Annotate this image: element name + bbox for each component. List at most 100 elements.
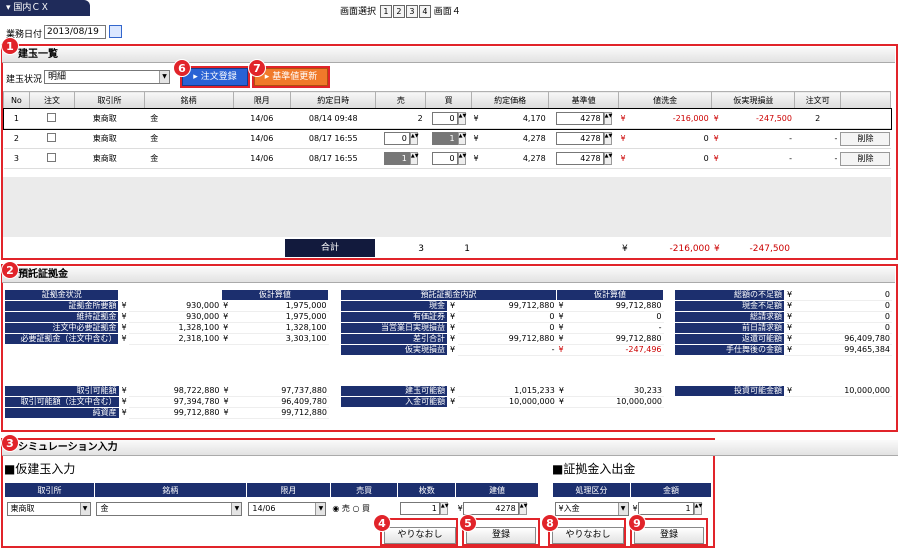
row-orderable: 2: [794, 108, 841, 129]
stepper-icon[interactable]: ▲▼: [457, 112, 466, 125]
order-checkbox[interactable]: [47, 153, 57, 162]
product-select[interactable]: 金 ▼: [96, 501, 243, 516]
order-checkbox[interactable]: [47, 113, 57, 122]
row-pnl: -: [789, 134, 792, 143]
yen: ¥: [449, 334, 456, 343]
buy-input[interactable]: 0: [431, 152, 458, 165]
deposit-calc-value: -: [658, 323, 662, 332]
price-yen: ¥: [473, 134, 479, 143]
price-input[interactable]: 4278: [462, 502, 519, 516]
order-checkbox[interactable]: [47, 133, 57, 142]
delete-button[interactable]: 削除: [840, 151, 891, 166]
screen-1-button[interactable]: 1: [379, 5, 392, 18]
delete-button[interactable]: 削除: [840, 131, 891, 146]
yen: ¥: [121, 334, 127, 343]
base-stepper-cell: 4278 ▲▼: [548, 128, 619, 149]
other-value: 0: [884, 301, 890, 310]
pnl-cell: ¥ -: [711, 148, 795, 169]
row-mtm: 0: [703, 154, 709, 163]
total-sell: 3: [418, 244, 424, 254]
yen: ¥: [223, 385, 229, 395]
yen: ¥: [787, 345, 793, 354]
yen: ¥: [450, 397, 456, 406]
status-calc-value: 1,975,000: [285, 301, 327, 310]
deposit-calc-value: 99,712,880: [615, 334, 662, 343]
deposit-breakdown-table: 預託証拠金内訳 仮計算値 現金 ¥99,712,880 ¥99,712,880 有価証…: [340, 289, 665, 356]
yen: ¥: [121, 408, 127, 417]
yen: ¥: [121, 323, 127, 332]
order-checkbox-cell: [29, 108, 75, 129]
month-select[interactable]: 14/06 ▼: [248, 501, 327, 516]
buy-input[interactable]: 0: [431, 112, 458, 125]
status-header: 証拠金状況: [3, 289, 120, 301]
margin-status-table: 証拠金状況 仮計算値 証拠金所要額 ¥930,000 ¥1,975,000 維持証拠金…: [3, 289, 330, 345]
table-row[interactable]: 2 東商取 金 14/06 08/17 16:55 0 ▲▼ 1 ▲▼ ¥4,278…: [3, 128, 891, 149]
status-value: 930,000: [129, 300, 222, 312]
status-calc-value: 99,712,880: [281, 408, 327, 417]
other-value: 99,465,384: [844, 345, 890, 354]
yen: ¥: [787, 323, 793, 332]
base-input[interactable]: 4278: [555, 132, 604, 145]
row-datetime: 08/17 16:55: [290, 128, 376, 149]
col-header: 値洗金: [618, 91, 713, 109]
status-label: 取引可能額: [4, 385, 120, 397]
status-select[interactable]: 明細 ▼: [44, 70, 170, 84]
yen: ¥: [223, 334, 229, 343]
stepper-icon[interactable]: ▲▼: [693, 502, 702, 516]
deposit-label: 有価証券: [340, 311, 448, 323]
deposit-type-select[interactable]: ¥入金 ▼: [554, 501, 629, 516]
row-mtm: -216,000: [672, 114, 709, 123]
empty-rows-area: [3, 177, 891, 237]
price-yen: ¥: [473, 154, 479, 163]
buy-input[interactable]: 1: [431, 132, 458, 145]
stepper-icon[interactable]: ▲▼: [603, 112, 612, 125]
sell-radio[interactable]: ◉: [332, 504, 339, 513]
exchange-select[interactable]: 東商取 ▼: [6, 501, 91, 516]
base-input[interactable]: 4278: [555, 112, 604, 125]
stepper-icon[interactable]: ▲▼: [409, 152, 419, 165]
row-exchange: 東商取: [74, 148, 145, 169]
yen: ¥: [121, 397, 127, 406]
buy-radio[interactable]: ○: [352, 504, 359, 513]
stepper-icon[interactable]: ▲▼: [603, 152, 612, 165]
stepper-icon[interactable]: ▲▼: [439, 502, 449, 516]
screen-2-button[interactable]: 2: [392, 5, 405, 18]
mtm-cell: ¥0: [618, 128, 712, 149]
table-row[interactable]: 3 東商取 金 14/06 08/17 16:55 1 ▲▼ 0 ▲▼ ¥4,278…: [3, 148, 891, 169]
screen-4-button[interactable]: 4: [418, 5, 431, 18]
yen: ¥: [449, 345, 456, 354]
stepper-icon[interactable]: ▲▼: [518, 502, 527, 516]
sell-input[interactable]: 0: [383, 132, 410, 145]
deposit-col-header: 処理区分: [552, 482, 631, 498]
sell-input[interactable]: 1: [383, 152, 410, 165]
other-value: 10,000,000: [844, 385, 890, 395]
amount-input[interactable]: 1: [637, 502, 694, 516]
base-input[interactable]: 4278: [555, 152, 604, 165]
col-header: 買: [425, 91, 473, 109]
calendar-icon[interactable]: [109, 25, 122, 38]
status-calc-value: 3,303,100: [285, 334, 327, 343]
date-input[interactable]: 2013/08/19: [44, 25, 106, 39]
screen-3-button[interactable]: 3: [405, 5, 418, 18]
yen: ¥: [223, 408, 229, 417]
status-label: 注文中必要証拠金: [3, 322, 120, 334]
qty-input[interactable]: 1: [399, 502, 440, 516]
stepper-icon[interactable]: ▲▼: [457, 132, 466, 145]
screen-select-label: 画面選択: [340, 7, 377, 17]
yen: ¥: [223, 323, 229, 332]
region-tab[interactable]: ▾ 国内ＣＸ: [0, 0, 90, 16]
stepper-icon[interactable]: ▲▼: [409, 132, 419, 145]
row-no: 1: [3, 108, 30, 129]
order-checkbox-cell: [29, 148, 75, 169]
table-row[interactable]: 1 東商取 金 14/06 08/14 09:48 2 0 ▲▼ ¥4,170 4…: [2, 107, 892, 130]
status-label: 必要証拠金（注文中含む）: [3, 333, 120, 345]
col-header: 仮実現損益: [711, 91, 796, 109]
delete-cell: 削除: [840, 128, 891, 149]
status-value: 99,712,880: [129, 407, 222, 419]
price-cell: ¥4,278: [471, 128, 549, 149]
row-no: 3: [3, 148, 30, 169]
yen: ¥: [449, 323, 456, 332]
stepper-icon[interactable]: ▲▼: [457, 152, 466, 165]
chevron-down-icon: ▼: [617, 502, 628, 515]
stepper-icon[interactable]: ▲▼: [603, 132, 612, 145]
